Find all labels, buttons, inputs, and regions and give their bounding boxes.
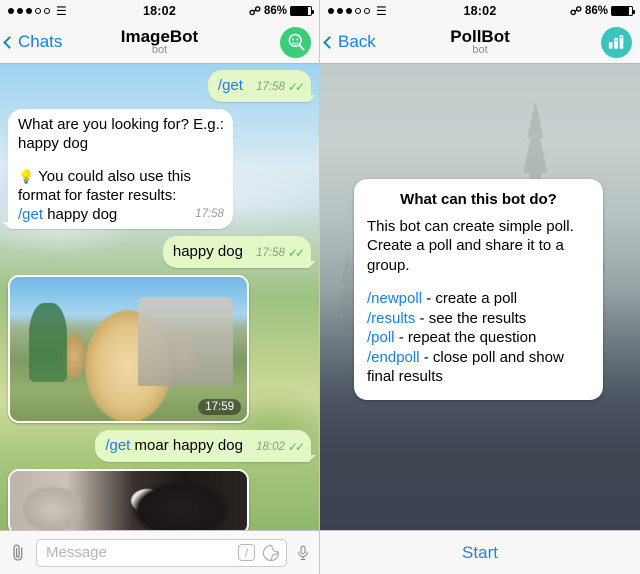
battery-icon (290, 5, 314, 16)
bar-chart-glyph (608, 35, 624, 49)
message-meta: 18:02 ✓✓ (256, 438, 305, 457)
message-time: 17:58 (256, 247, 285, 259)
message-bubble-incoming[interactable]: What are you looking for? E.g.: happy do… (3, 109, 233, 229)
bot-command-desc: - create a poll (422, 290, 518, 307)
bot-command-line: /newpoll - create a poll (367, 289, 590, 309)
message-bubble-outgoing[interactable]: happy dog 17:58 ✓✓ (162, 236, 317, 268)
bot-info-title: What can this bot do? (400, 191, 557, 208)
imagebot-avatar-icon[interactable] (280, 26, 311, 58)
bot-command-line: /endpoll - close poll and show (367, 348, 590, 368)
battery-icon (611, 5, 635, 16)
message-row (8, 469, 311, 530)
bot-info-desc-line: This bot can create simple poll. (367, 217, 574, 235)
start-button[interactable]: Start (320, 530, 640, 574)
message-row: 17:59 (8, 275, 311, 423)
message-meta: 17:58 ✓✓ (256, 244, 305, 263)
message-meta: 17:58 (195, 205, 224, 224)
sticker-icon[interactable] (262, 544, 280, 562)
message-time: 18:02 (256, 441, 285, 453)
status-time-left: 18:02 (143, 3, 176, 18)
message-bubble-outgoing[interactable]: /get 17:58 ✓✓ (207, 70, 317, 102)
message-row: /get 17:58 ✓✓ (8, 70, 317, 102)
message-row: What are you looking for? E.g.: happy do… (3, 109, 311, 229)
message-time: 17:58 (195, 208, 224, 220)
read-receipt-icon: ✓✓ (287, 80, 305, 94)
photo-content (10, 471, 247, 530)
bot-command-line: /poll - repeat the question (367, 328, 590, 348)
bot-command-results[interactable]: /results (367, 310, 415, 327)
status-time-right: 18:02 (463, 3, 497, 18)
message-time: 17:58 (256, 81, 285, 93)
chat-area-left[interactable]: /get 17:58 ✓✓ What are you looking for? … (0, 64, 319, 530)
card-spacer (367, 275, 590, 289)
photo-message-dog-2[interactable] (8, 469, 249, 530)
message-command[interactable]: /get (105, 437, 130, 454)
message-line: 💡 You could also use this (18, 167, 224, 186)
chevron-left-icon (323, 35, 336, 49)
bot-info-desc-line: Create a poll and share it to a (367, 237, 564, 254)
pollbot-avatar-icon[interactable] (601, 26, 632, 58)
slash-command-icon[interactable]: / (238, 544, 255, 561)
bot-info-card[interactable]: What can this bot do? This bot can creat… (354, 179, 603, 400)
message-line: What are you looking for? E.g.: (18, 116, 224, 133)
bot-info-desc-line: group. (367, 256, 410, 274)
lightbulb-icon: 💡 (18, 169, 35, 184)
status-bar-right: ☰ 18:02 ☍ 86% (320, 0, 640, 21)
message-text: happy dog (172, 243, 243, 260)
back-button[interactable]: Back (320, 32, 376, 52)
bot-command-desc: - close poll and show (419, 348, 564, 366)
bot-command-tail: final results (367, 368, 443, 385)
magnifier-bot-glyph (288, 33, 304, 51)
message-row: /get moar happy dog 18:02 ✓✓ (8, 430, 316, 462)
dual-phone-screenshot: ☰ 18:02 ☍ 86% Chats ImageBot bot /get 17… (0, 0, 640, 574)
back-button-label: Chats (18, 32, 63, 51)
message-command[interactable]: /get (18, 206, 43, 223)
bot-command-line: /results - see the results (367, 309, 590, 329)
message-command[interactable]: /get (218, 77, 243, 94)
chevron-left-icon (3, 35, 16, 49)
read-receipt-icon: ✓✓ (287, 440, 305, 454)
microphone-icon[interactable] (295, 541, 311, 565)
bot-command-newpoll[interactable]: /newpoll (367, 290, 422, 307)
bot-command-endpoll[interactable]: /endpoll (367, 349, 420, 366)
nav-bar-right: Back PollBot bot (320, 21, 640, 64)
message-line-text: You could also use this (38, 168, 191, 185)
message-list-left: /get 17:58 ✓✓ What are you looking for? … (0, 64, 319, 530)
paperclip-icon[interactable] (8, 542, 28, 564)
message-input-bar: Message / (0, 530, 319, 574)
message-bubble-outgoing[interactable]: /get moar happy dog 18:02 ✓✓ (95, 430, 316, 462)
message-meta: 17:58 ✓✓ (256, 78, 305, 97)
message-line: format for faster results: (18, 187, 177, 204)
bot-command-desc: - repeat the question (394, 329, 537, 346)
photo-message-dog[interactable]: 17:59 (8, 275, 249, 423)
back-button-chats[interactable]: Chats (0, 32, 62, 52)
phone-screen-imagebot: ☰ 18:02 ☍ 86% Chats ImageBot bot /get 17… (0, 0, 320, 574)
message-command-arg: happy dog (47, 206, 118, 223)
read-receipt-icon: ✓✓ (287, 246, 305, 260)
message-line: /get happy dog 17:58 (18, 205, 224, 224)
message-text: moar happy dog (134, 437, 243, 454)
nav-bar-left: Chats ImageBot bot (0, 21, 319, 64)
chat-area-right[interactable]: What can this bot do? This bot can creat… (320, 64, 640, 530)
start-button-label: Start (462, 542, 498, 562)
bot-command-desc: - see the results (415, 309, 527, 327)
phone-screen-pollbot: ☰ 18:02 ☍ 86% Back PollBot bot What can … (320, 0, 640, 574)
message-row: happy dog 17:58 ✓✓ (8, 236, 317, 268)
message-input[interactable]: Message (46, 544, 231, 561)
message-line-text: /get happy dog (18, 205, 117, 224)
message-line: happy dog (18, 135, 89, 152)
back-button-label: Back (338, 32, 376, 51)
search-field-wrapper[interactable]: Message / (36, 538, 287, 567)
bot-command-poll[interactable]: /poll (367, 329, 395, 346)
photo-timestamp: 17:59 (198, 399, 241, 415)
status-bar-left: ☰ 18:02 ☍ 86% (0, 0, 319, 21)
